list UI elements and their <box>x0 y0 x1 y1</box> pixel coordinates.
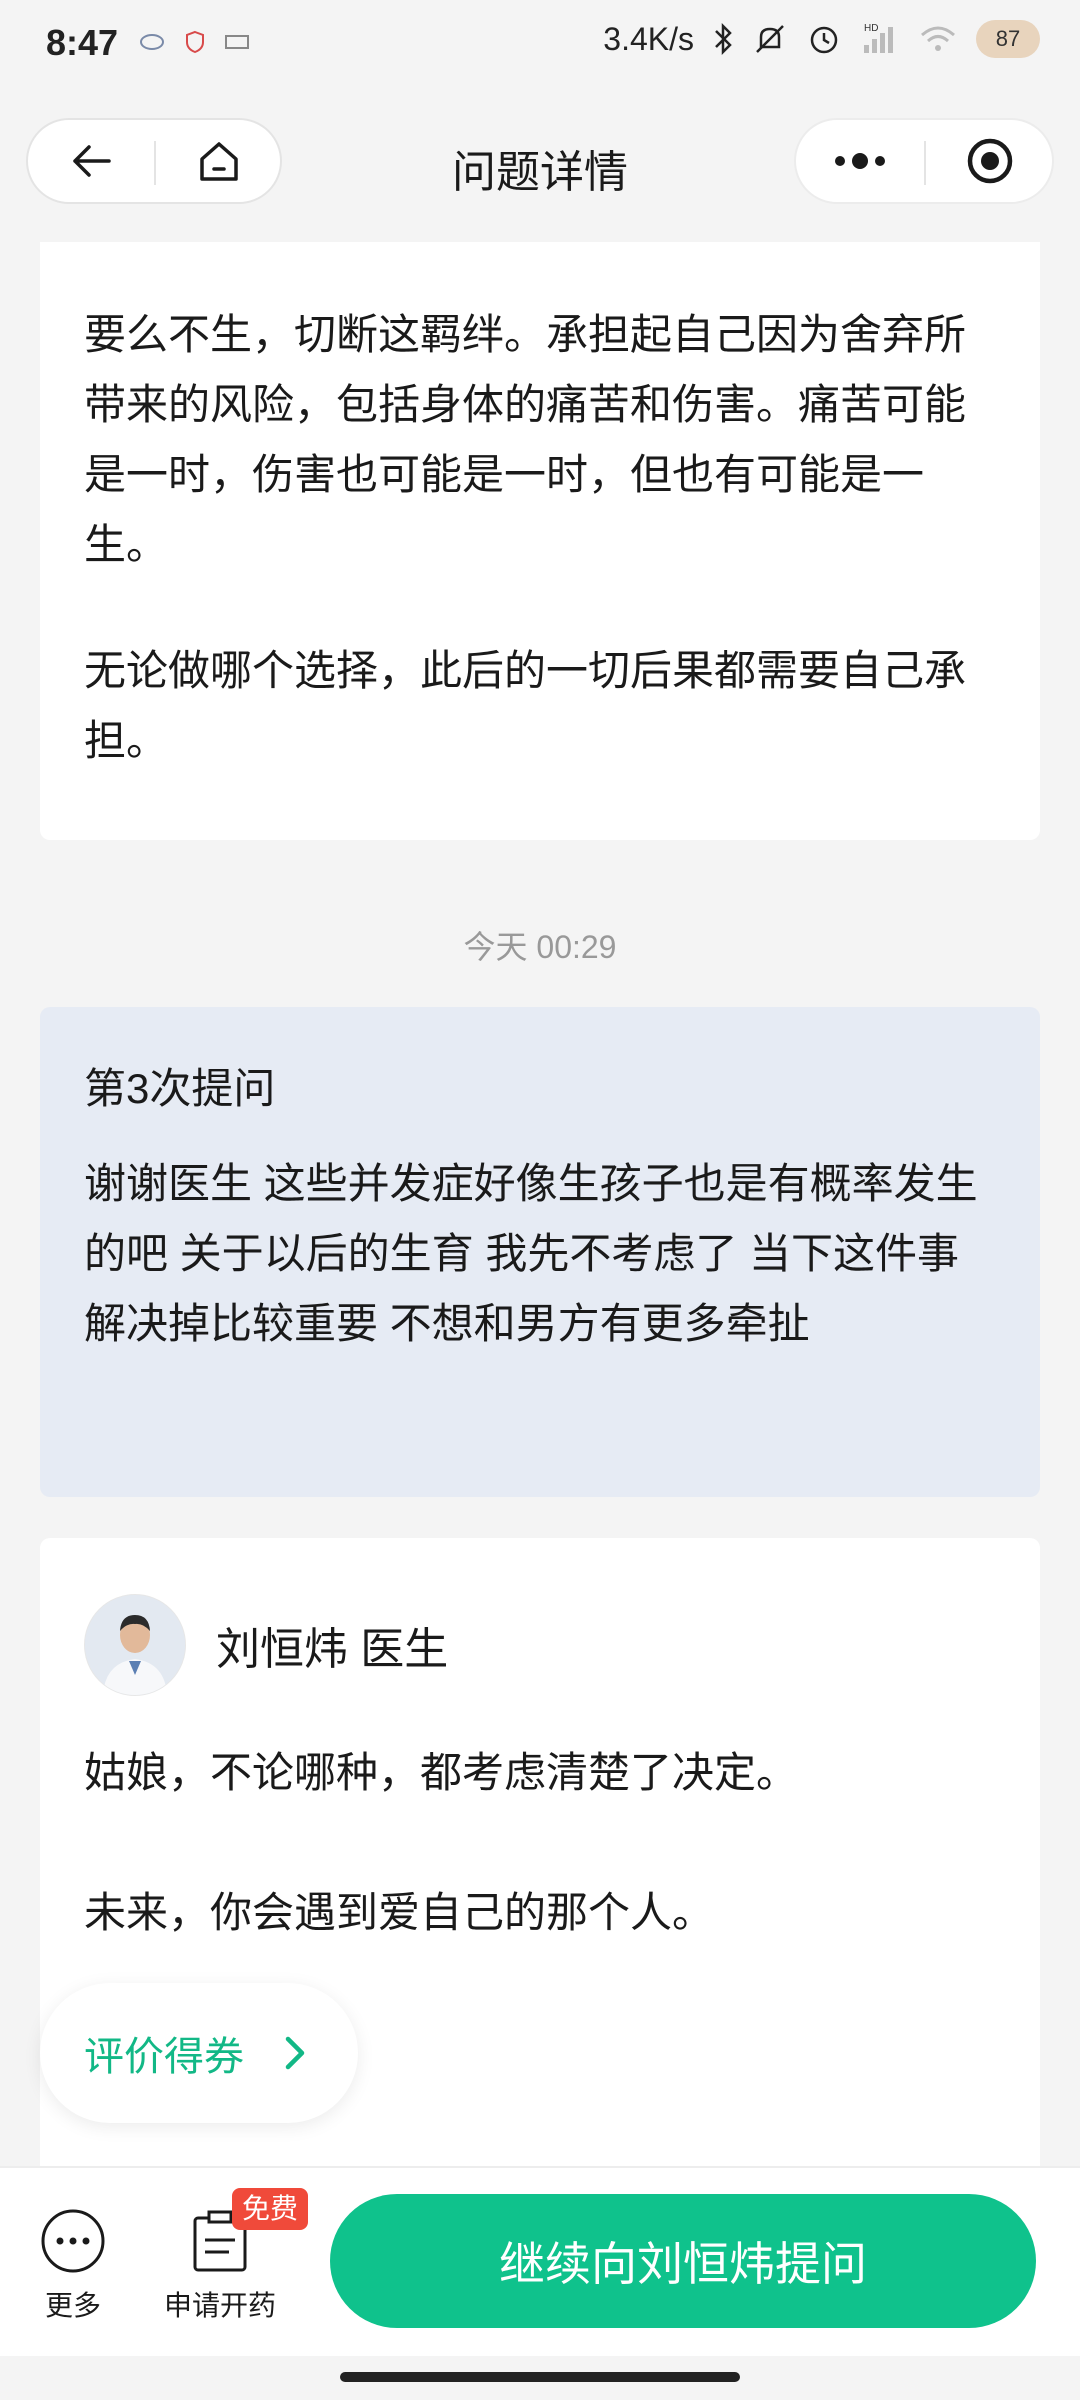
question-label: 第3次提问 <box>84 1065 276 1112</box>
shield-icon <box>186 30 204 54</box>
answer-paragraph: 要么不生，切断这羁绊。承担起自己因为舍弃所带来的风险，包括身体的痛苦和伤害。痛苦… <box>84 311 967 568</box>
status-notification-icons <box>138 30 250 54</box>
battery-level: 87 <box>995 26 1021 51</box>
header: 问题详情 <box>0 92 1080 242</box>
question-text: 谢谢医生 这些并发症好像生孩子也是有概率发生的吧 关于以后的生育 我先不考虑了 … <box>84 1160 978 1347</box>
wifi-icon <box>921 26 955 51</box>
record-target-icon <box>967 138 1013 184</box>
more-circle-icon <box>41 2209 105 2273</box>
bluetooth-icon <box>715 22 732 56</box>
gesture-bar <box>0 2356 1080 2400</box>
chevron-right-icon <box>285 2036 305 2070</box>
answer-paragraph: 未来，你会遇到爱自己的那个人。 <box>84 1889 715 1936</box>
answer-paragraph: 无论做哪个选择，此后的一切后果都需要自己承担。 <box>84 647 967 764</box>
rate-coupon-button[interactable]: 评价得券 <box>40 1983 358 2123</box>
answer-body: 姑娘，不论哪种，都考虑清楚了决定。 未来，你会遇到爱自己的那个人。 <box>84 1738 998 1948</box>
svg-text:HD: HD <box>864 23 878 34</box>
alarm-icon <box>810 26 838 54</box>
status-right: 3.4K/s HD 87 <box>603 20 1040 58</box>
bottom-action-bar: 更多 申请开药 免费 继续向刘恒炜提问 <box>0 2166 1080 2358</box>
free-badge: 免费 <box>232 2188 309 2230</box>
previous-answer-card: 要么不生，切断这羁绊。承担起自己因为舍弃所带来的风险，包括身体的痛苦和伤害。痛苦… <box>40 242 1040 840</box>
status-time: 8:47 <box>46 22 119 63</box>
more-label: 更多 <box>44 2290 101 2321</box>
battery-icon: 87 <box>976 20 1040 58</box>
rate-coupon-label: 评价得券 <box>84 2035 244 2079</box>
doctor-avatar[interactable] <box>84 1594 186 1696</box>
status-bar: 8:47 3.4K/s HD 87 <box>0 0 1080 92</box>
more-button[interactable]: 更多 <box>38 2208 108 2324</box>
message-timestamp: 今天 00:29 <box>463 929 617 965</box>
app-icon <box>225 35 249 49</box>
network-speed: 3.4K/s <box>603 20 694 57</box>
question-card: 第3次提问 谢谢医生 这些并发症好像生孩子也是有概率发生的吧 关于以后的生育 我… <box>40 1007 1040 1497</box>
mute-icon <box>756 25 784 53</box>
more-menu-button[interactable] <box>796 120 924 202</box>
more-dots-icon <box>835 153 885 169</box>
close-mini-program-button[interactable] <box>926 120 1054 202</box>
prescription-label: 申请开药 <box>163 2290 276 2321</box>
signal-icon: HD <box>864 23 893 53</box>
answer-paragraph: 姑娘，不论哪种，都考虑清楚了决定。 <box>84 1749 799 1796</box>
doctor-portrait-icon <box>85 1595 185 1695</box>
continue-ask-button[interactable]: 继续向刘恒炜提问 <box>330 2194 1036 2328</box>
doctor-name: 刘恒炜 医生 <box>216 1625 449 1674</box>
doctor-info[interactable]: 刘恒炜 医生 <box>84 1594 448 1696</box>
menu-capsule <box>794 118 1054 204</box>
home-indicator[interactable] <box>340 2372 740 2382</box>
notification-icon <box>140 34 164 50</box>
